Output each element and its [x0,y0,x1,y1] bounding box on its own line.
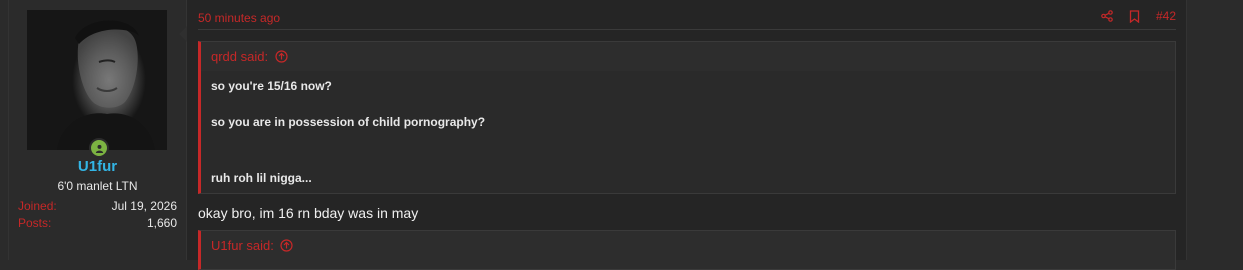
quote-content: so you're 15/16 now? so you are in posse… [201,71,1175,193]
quote-line: so you are in possession of child pornog… [211,115,486,129]
quote-block: qrdd said: so you're 15/16 now? so you a… [198,41,1176,194]
user-sidebar: U1fur 6'0 manlet LTN Joined: Jul 19, 202… [9,0,187,260]
sidebar-arrow [179,26,187,42]
post-timestamp[interactable]: 50 minutes ago [198,11,280,25]
post-header: 50 minutes ago #42 [198,9,1176,30]
quote-header: U1fur said: [201,231,1175,260]
posts-label: Posts: [18,216,52,230]
avatar[interactable] [27,10,167,150]
post-message: okay bro, im 16 rn bday was in may [198,205,419,221]
arrow-up-circle-icon[interactable] [280,239,294,253]
quote-line: so you're 15/16 now? [211,79,332,93]
joined-value: Jul 19, 2026 [111,199,177,213]
post-container: U1fur 6'0 manlet LTN Joined: Jul 19, 202… [8,0,1187,270]
user-title: 6'0 manlet LTN [57,179,138,193]
username-link[interactable]: U1fur [9,158,186,175]
quote-author-link[interactable]: U1fur said: [211,238,274,253]
post-actions: #42 [1100,9,1176,23]
posts-stat: Posts: 1,660 [18,216,177,230]
joined-label: Joined: [18,199,57,213]
posts-value: 1,660 [146,216,177,230]
joined-stat: Joined: Jul 19, 2026 [18,199,177,213]
quote-author-link[interactable]: qrdd said: [211,49,268,64]
share-icon[interactable] [1100,9,1114,23]
quote-block: U1fur said: [198,230,1176,270]
bookmark-icon[interactable] [1128,9,1142,23]
arrow-up-circle-icon[interactable] [274,50,288,64]
post-number-link[interactable]: #42 [1156,9,1176,23]
quote-header: qrdd said: [201,42,1175,71]
online-status-icon [89,138,109,158]
quote-line: ruh roh lil nigga... [211,171,312,185]
